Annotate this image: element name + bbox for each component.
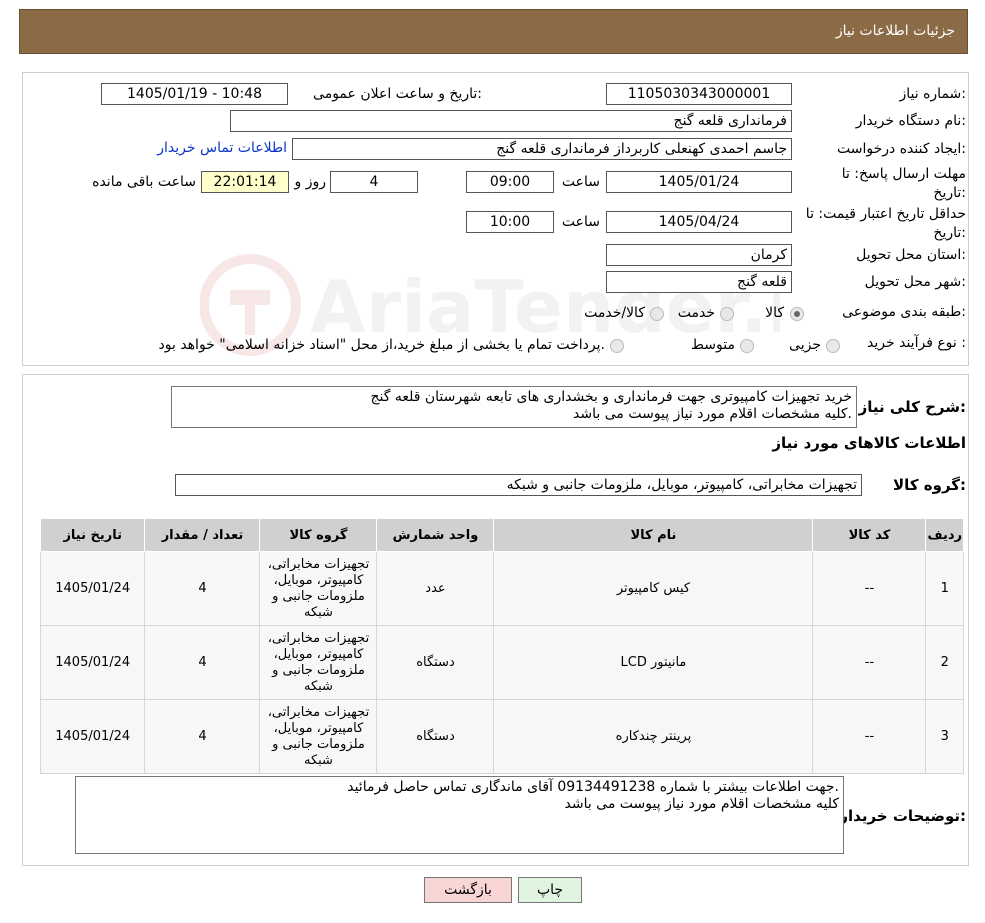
goods-group-field: تجهیزات مخابراتی، کامپیوتر، موبایل، ملزو… — [175, 474, 862, 496]
days-label: روز و — [294, 174, 327, 190]
deadline-hour-label: ساعت — [561, 174, 600, 190]
row-code: -- — [812, 699, 927, 774]
col-code: کد کالا — [812, 518, 927, 552]
validity-hour-label: ساعت — [561, 214, 600, 230]
contact-info-link[interactable]: اطلاعات تماس خریدار — [155, 140, 287, 156]
page-header: جزئیات اطلاعات نیاز — [19, 9, 968, 54]
buyer-notes-textarea[interactable]: جهت اطلاعات بیشتر با شماره 09134491238 آ… — [75, 776, 844, 854]
creator-label: ایجاد کننده درخواست: — [837, 141, 966, 157]
process-radio-treasury[interactable] — [610, 339, 624, 353]
buyer-notes-line-1: جهت اطلاعات بیشتر با شماره 09134491238 آ… — [347, 779, 839, 795]
table-row: 1 -- کیس کامپیوتر عدد تجهیزات مخابراتی، … — [39, 551, 964, 626]
row-name: پرینتر چندکاره — [493, 699, 814, 774]
announce-label: تاریخ و ساعت اعلان عمومی: — [313, 86, 482, 102]
category-option-goods: کالا — [765, 305, 784, 321]
summary-textarea[interactable]: خرید تجهیزات کامپیوتری جهت فرمانداری و ب… — [171, 386, 857, 428]
deadline-date-field: 1405/01/24 — [606, 171, 792, 193]
back-button[interactable]: بازگشت — [424, 877, 512, 903]
days-field: 4 — [330, 171, 418, 193]
col-unit: واحد شمارش — [376, 518, 495, 552]
process-option-minor: جزیی — [789, 337, 821, 353]
row-qty: 4 — [144, 625, 261, 700]
category-option-goods-service: کالا/خدمت — [584, 305, 645, 321]
row-name: کیس کامپیوتر — [493, 551, 814, 626]
buyer-org-field: فرمانداری قلعه گنج — [230, 110, 792, 132]
need-number-label: شماره نیاز: — [899, 86, 966, 102]
goods-group-label: گروه کالا: — [893, 476, 966, 494]
row-unit: عدد — [376, 551, 495, 626]
row-group: تجهیزات مخابراتی، کامپیوتر، موبایل، ملزو… — [259, 699, 378, 774]
goods-table-header: ردیف کد کالا نام کالا واحد شمارش گروه کا… — [39, 518, 964, 552]
row-date: 1405/01/24 — [39, 699, 146, 774]
category-option-service: خدمت — [677, 305, 715, 321]
col-qty: تعداد / مقدار — [144, 518, 261, 552]
deadline-label: مهلت ارسال پاسخ: تا تاریخ: — [841, 166, 966, 201]
process-note: پرداخت تمام یا بخشی از مبلغ خرید،از محل … — [158, 337, 605, 353]
deadline-time-field: 09:00 — [466, 171, 554, 193]
process-radio-minor[interactable] — [826, 339, 840, 353]
city-field: قلعه گنج — [606, 271, 792, 293]
row-number: 3 — [925, 699, 964, 774]
row-code: -- — [812, 625, 927, 700]
row-group: تجهیزات مخابراتی، کامپیوتر، موبایل، ملزو… — [259, 551, 378, 626]
col-date: تاریخ نیاز — [39, 518, 146, 552]
process-radio-medium[interactable] — [740, 339, 754, 353]
col-name: نام کالا — [493, 518, 814, 552]
category-radio-goods-service[interactable] — [650, 307, 664, 321]
process-option-medium: متوسط — [691, 337, 735, 353]
col-row: ردیف — [925, 518, 964, 552]
process-label: نوع فرآیند خرید : — [867, 335, 966, 351]
page-title: جزئیات اطلاعات نیاز — [835, 23, 955, 39]
validity-date-field: 1405/04/24 — [606, 211, 792, 233]
row-code: -- — [812, 551, 927, 626]
row-date: 1405/01/24 — [39, 551, 146, 626]
row-unit: دستگاه — [376, 625, 495, 700]
remaining-timer: 22:01:14 — [201, 171, 289, 193]
province-label: استان محل تحویل: — [856, 247, 966, 263]
goods-section-title: اطلاعات کالاهای مورد نیاز — [772, 434, 966, 452]
province-field: کرمان — [606, 244, 792, 266]
summary-line-1: خرید تجهیزات کامپیوتری جهت فرمانداری و ب… — [370, 389, 852, 405]
row-date: 1405/01/24 — [39, 625, 146, 700]
row-name: مانیتور LCD — [493, 625, 814, 700]
row-number: 2 — [925, 625, 964, 700]
category-label: طبقه بندی موضوعی: — [842, 304, 966, 320]
summary-line-2: کلیه مشخصات اقلام مورد نیاز پیوست می باش… — [573, 406, 852, 422]
creator-field: جاسم احمدی کهنعلی کاربرداز فرمانداری قلع… — [292, 138, 792, 160]
category-radio-service[interactable] — [720, 307, 734, 321]
validity-label: حداقل تاریخ اعتبار قیمت: تا تاریخ: — [805, 206, 966, 241]
row-group: تجهیزات مخابراتی، کامپیوتر، موبایل، ملزو… — [259, 625, 378, 700]
print-button[interactable]: چاپ — [518, 877, 582, 903]
row-qty: 4 — [144, 699, 261, 774]
row-qty: 4 — [144, 551, 261, 626]
city-label: شهر محل تحویل: — [864, 274, 966, 290]
row-number: 1 — [925, 551, 964, 626]
announce-datetime-field: 1405/01/19 - 10:48 — [101, 83, 288, 105]
row-unit: دستگاه — [376, 699, 495, 774]
buyer-notes-label: توضیحات خریدار: — [839, 807, 966, 825]
need-number-field: 1105030343000001 — [606, 83, 792, 105]
summary-label: شرح کلی نیاز: — [858, 398, 966, 416]
table-row: 2 -- مانیتور LCD دستگاه تجهیزات مخابراتی… — [39, 625, 964, 700]
buyer-notes-line-2: کلیه مشخصات اقلام مورد نیاز پیوست می باش… — [564, 796, 839, 812]
validity-time-field: 10:00 — [466, 211, 554, 233]
buyer-org-label: نام دستگاه خریدار: — [855, 113, 966, 129]
goods-table: ردیف کد کالا نام کالا واحد شمارش گروه کا… — [39, 518, 964, 774]
remaining-label: ساعت باقی مانده — [92, 174, 196, 190]
col-group: گروه کالا — [259, 518, 378, 552]
table-row: 3 -- پرینتر چندکاره دستگاه تجهیزات مخابر… — [39, 699, 964, 774]
category-radio-goods[interactable] — [790, 307, 804, 321]
